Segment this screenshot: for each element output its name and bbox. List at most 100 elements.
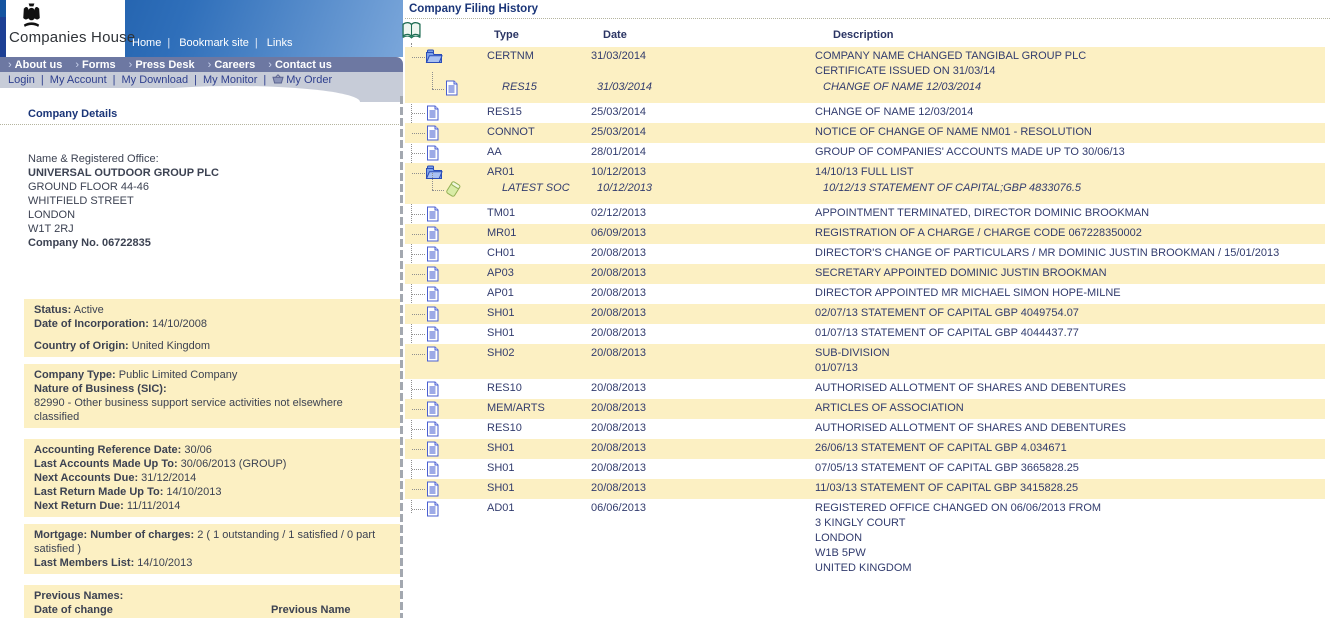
- nav-my-order[interactable]: My Order: [272, 73, 332, 87]
- filing-subrow: RES15 31/03/2014 CHANGE OF NAME 12/03/2014: [405, 72, 1325, 103]
- chevron-right-icon: ›: [8, 58, 12, 71]
- info-text: 11/11/2014: [123, 500, 181, 512]
- tree-cell: [405, 246, 487, 262]
- filing-row[interactable]: AD01 06/06/2013 REGISTERED OFFICE CHANGED …: [405, 499, 1325, 579]
- description-line: SECRETARY APPOINTED DOMINIC JUSTIN BROOK…: [815, 267, 1107, 279]
- nav-home[interactable]: Home: [132, 37, 161, 49]
- filing-row[interactable]: SH01 20/08/2013 02/07/13 STATEMENT OF CAPI…: [405, 304, 1325, 324]
- nav-my-account[interactable]: My Account: [50, 74, 107, 86]
- tree-cell: [405, 226, 487, 242]
- filing-row-line: SH01 20/08/2013 26/06/13 STATEMENT OF CAPI…: [405, 439, 1325, 459]
- folder-open-icon[interactable]: [425, 49, 443, 70]
- info-line: Mortgage: Number of charges: 2 ( 1 outst…: [34, 528, 390, 556]
- nav-careers[interactable]: › Careers: [208, 59, 256, 71]
- filing-type: RES10: [487, 422, 522, 434]
- filing-row[interactable]: AP01 20/08/2013 DIRECTOR APPOINTED MR MICH…: [405, 284, 1325, 304]
- nav-separator: |: [167, 37, 171, 49]
- description-line: NOTICE OF CHANGE OF NAME NM01 - RESOLUTI…: [815, 126, 1092, 138]
- filing-row-line: SH01 20/08/2013 02/07/13 STATEMENT OF CAPI…: [405, 304, 1325, 324]
- document-icon[interactable]: [425, 346, 440, 367]
- nav-about-us[interactable]: › About us: [8, 59, 62, 71]
- filing-row[interactable]: CONNOT 25/03/2014 NOTICE OF CHANGE OF NAME…: [405, 123, 1325, 143]
- filing-row[interactable]: MR01 06/09/2013 REGISTRATION OF A CHARGE /…: [405, 224, 1325, 244]
- nav-my-monitor[interactable]: My Monitor: [203, 74, 257, 86]
- tree-branch-line: [432, 173, 433, 190]
- tree-branch-line: [412, 509, 425, 510]
- tree-column-spacer: [405, 29, 487, 41]
- main-nav-bar: › About us › Forms › Press Desk › Careers › Conta…: [0, 57, 403, 72]
- document-icon[interactable]: [444, 80, 459, 101]
- filing-row[interactable]: SH02 20/08/2013 SUB-DIVISION 01/07/13: [405, 344, 1325, 379]
- filing-row-line: AP01 20/08/2013 DIRECTOR APPOINTED MR MICH…: [405, 284, 1325, 304]
- document-icon[interactable]: [425, 501, 440, 522]
- description-line: GROUP OF COMPANIES' ACCOUNTS MADE UP TO …: [815, 146, 1125, 158]
- nav-bookmark-site[interactable]: Bookmark site: [179, 37, 249, 49]
- tree-cell: [405, 266, 487, 282]
- filing-date: 10/12/2013: [597, 182, 653, 194]
- filing-type: RES10: [487, 382, 522, 394]
- filing-row[interactable]: CH01 20/08/2013 DIRECTOR'S CHANGE OF PARTI…: [405, 244, 1325, 264]
- nav-login[interactable]: Login: [8, 74, 35, 86]
- filing-table: CERTNM 31/03/2014 COMPANY NAME CHANGED TAN…: [405, 43, 1325, 579]
- nav-links[interactable]: Links: [267, 37, 293, 49]
- info-boxes: Status: Active Date of Incorporation: 14/…: [24, 299, 400, 618]
- filing-row[interactable]: TM01 02/12/2013 APPOINTMENT TERMINATED, DI…: [405, 204, 1325, 224]
- tree-branch-line: [412, 449, 425, 450]
- tree-cell: [405, 481, 487, 497]
- description-line: AUTHORISED ALLOTMENT OF SHARES AND DEBEN…: [815, 382, 1126, 394]
- info-text: 82990 - Other business support service a…: [34, 397, 343, 423]
- tree-cell: [405, 421, 487, 437]
- filing-row[interactable]: AP03 20/08/2013 SECRETARY APPOINTED DOMINI…: [405, 264, 1325, 284]
- filing-row-line: SH01 20/08/2013 01/07/13 STATEMENT OF CAPI…: [405, 324, 1325, 344]
- info-line: Company Type: Public Limited Company: [34, 368, 390, 382]
- nav-press-desk[interactable]: › Press Desk: [129, 59, 195, 71]
- filing-type: MEM/ARTS: [487, 402, 545, 414]
- filing-row-line: MR01 06/09/2013 REGISTRATION OF A CHARGE /…: [405, 224, 1325, 244]
- info-text: Next Return Due:: [34, 500, 124, 512]
- info-line: [34, 331, 390, 339]
- info-text: Date of Incorporation:: [34, 318, 149, 330]
- filing-row[interactable]: SH01 20/08/2013 26/06/13 STATEMENT OF CAPI…: [405, 439, 1325, 459]
- filing-row[interactable]: RES15 25/03/2014 CHANGE OF NAME 12/03/2014: [405, 103, 1325, 123]
- filing-row[interactable]: CERTNM 31/03/2014 COMPANY NAME CHANGED TAN…: [405, 47, 1325, 103]
- filing-row[interactable]: MEM/ARTS 20/08/2013 ARTICLES OF ASSOCIATIO…: [405, 399, 1325, 419]
- nav-contact-us[interactable]: › Contact us: [268, 59, 332, 71]
- company-name: UNIVERSAL OUTDOOR GROUP PLC: [28, 167, 219, 179]
- filing-type: TM01: [487, 207, 516, 219]
- filing-date: 20/08/2013: [591, 307, 647, 319]
- nav-my-download[interactable]: My Download: [122, 74, 189, 86]
- companies-house-page: Companies House Home | Bookmark site | Links…: [0, 0, 1332, 618]
- filing-row[interactable]: AR01 10/12/2013 14/10/13 FULL LIST LATEST S…: [405, 163, 1325, 204]
- tree-branch-line: [412, 234, 425, 235]
- description-line: DIRECTOR APPOINTED MR MICHAEL SIMON HOPE…: [815, 287, 1121, 299]
- description-line: 14/10/13 FULL LIST: [815, 166, 914, 178]
- filing-row-line: SH01 20/08/2013 07/05/13 STATEMENT OF CAPI…: [405, 459, 1325, 479]
- nav-forms[interactable]: › Forms: [75, 59, 115, 71]
- top-nav: Home | Bookmark site | Links: [132, 37, 292, 49]
- info-text: 14/10/2008: [148, 318, 208, 330]
- info-line: Date of Incorporation: 14/10/2008: [34, 317, 390, 331]
- filing-description: 11/03/13 STATEMENT OF CAPITAL GBP 341582…: [815, 481, 1325, 496]
- address-line: WHITFIELD STREET: [28, 195, 134, 207]
- description-line: REGISTERED OFFICE CHANGED ON 06/06/2013 …: [815, 502, 1102, 514]
- filing-type: SH01: [487, 462, 515, 474]
- info-text: 30/06: [181, 444, 212, 456]
- info-text: Previous Names:: [34, 590, 124, 602]
- filing-row[interactable]: SH01 20/08/2013 07/05/13 STATEMENT OF CAPI…: [405, 459, 1325, 479]
- filing-row[interactable]: RES10 20/08/2013 AUTHORISED ALLOTMENT OF S…: [405, 419, 1325, 439]
- filing-type: AP01: [487, 287, 514, 299]
- filing-row[interactable]: RES10 20/08/2013 AUTHORISED ALLOTMENT OF S…: [405, 379, 1325, 399]
- statement-of-capital-icon[interactable]: [444, 181, 462, 203]
- filing-row[interactable]: SH01 20/08/2013 11/03/13 STATEMENT OF CAPI…: [405, 479, 1325, 499]
- tree-cell: [405, 173, 487, 197]
- description-line: W1B 5PW: [815, 547, 866, 559]
- chevron-right-icon: ›: [207, 58, 212, 71]
- filing-row[interactable]: SH01 20/08/2013 01/07/13 STATEMENT OF CAPI…: [405, 324, 1325, 344]
- filing-date: 06/06/2013: [591, 502, 647, 514]
- filing-row[interactable]: AA 28/01/2014 GROUP OF COMPANIES' ACCOUNTS…: [405, 143, 1325, 163]
- filing-date: 20/08/2013: [591, 287, 647, 299]
- info-line: Last Members List: 14/10/2013: [34, 556, 390, 570]
- address-line: GROUND FLOOR 44-46: [28, 181, 150, 193]
- filing-date: 20/08/2013: [591, 267, 647, 279]
- filing-date: 20/08/2013: [591, 247, 647, 259]
